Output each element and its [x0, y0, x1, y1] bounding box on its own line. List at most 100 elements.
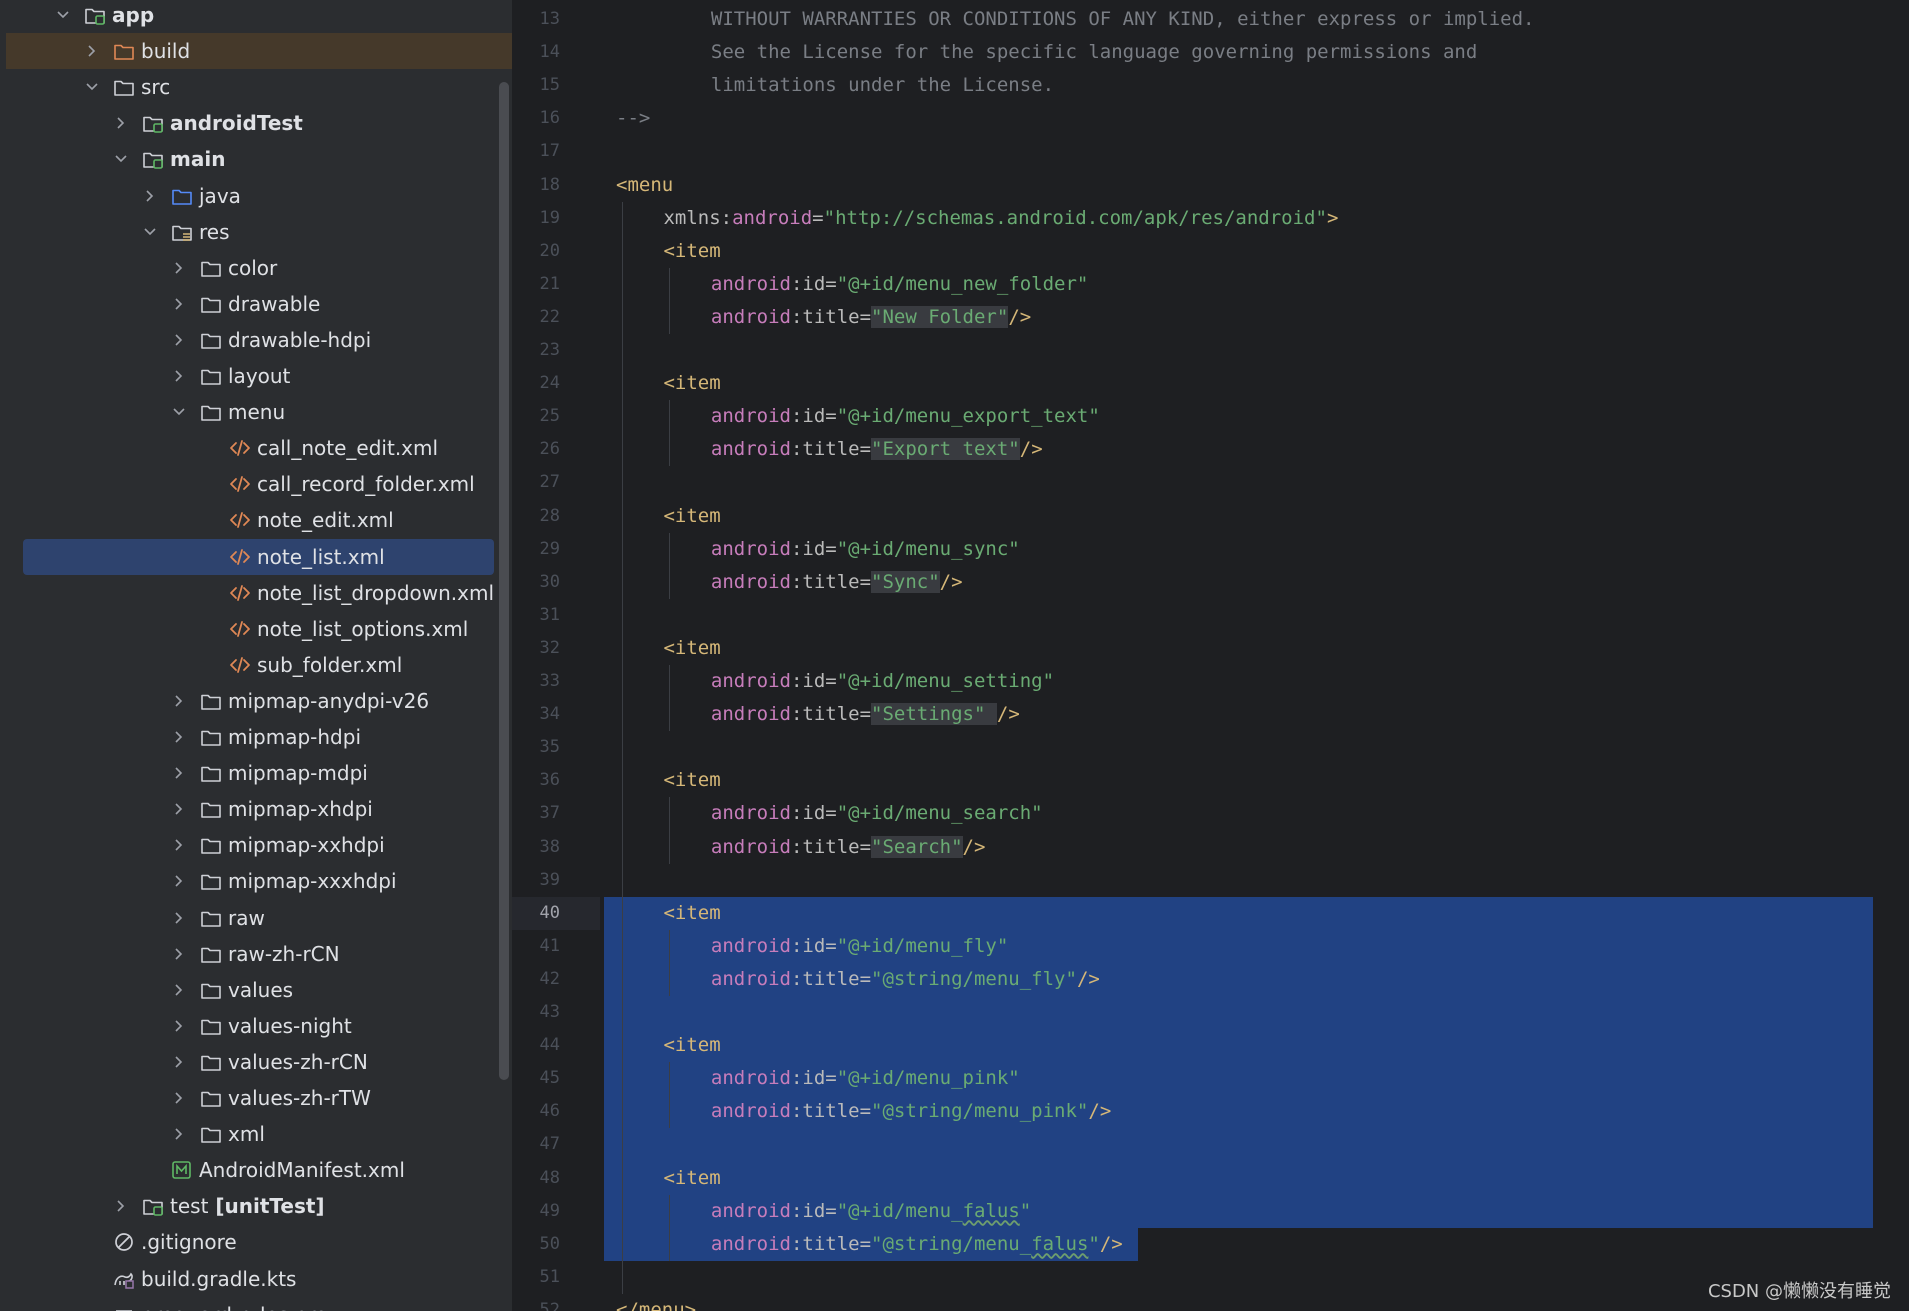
code-line[interactable]: android:id="@+id/menu_search"	[711, 797, 1043, 830]
tree-item-note-list-options-xml[interactable]: note_list_options.xml	[0, 611, 496, 647]
chevron-right-icon[interactable]	[171, 791, 187, 827]
tree-item-color[interactable]: color	[0, 250, 496, 286]
code-line[interactable]: android:id="@+id/menu_sync"	[711, 533, 1020, 566]
code-line[interactable]: android:title="Search"/>	[711, 831, 985, 864]
code-editor[interactable]: 13 14 15 16 17 18 19 20 21 22 23 24 25 26 27 28 29 30 31 32…	[512, 0, 1909, 1311]
chevron-right-icon[interactable]	[171, 358, 187, 394]
tree-item-mipmap-xxhdpi[interactable]: mipmap-xxhdpi	[0, 827, 496, 863]
tree-item-raw[interactable]: raw	[0, 900, 496, 936]
code-line[interactable]: android:id="@+id/menu_new_folder"	[711, 268, 1089, 301]
tree-item-java[interactable]: java	[0, 178, 496, 214]
code-line[interactable]: android:id="@+id/menu_setting"	[711, 665, 1054, 698]
tree-item-note-edit-xml[interactable]: note_edit.xml	[0, 502, 496, 538]
tree-item-gitignore[interactable]: .gitignore	[0, 1224, 496, 1260]
chevron-down-icon[interactable]	[171, 394, 187, 430]
chevron-right-icon[interactable]	[171, 683, 187, 719]
code-line[interactable]: android:id="@+id/menu_fly"	[711, 930, 1008, 963]
tree-item-call-record-folder-xml[interactable]: call_record_folder.xml	[0, 466, 496, 502]
project-tree-scrollbar[interactable]	[499, 82, 509, 1080]
chevron-down-icon[interactable]	[84, 69, 100, 105]
project-tree-panel[interactable]: app build src androidTest main java res color dr…	[0, 0, 512, 1311]
code-line[interactable]: </menu>	[616, 1294, 696, 1311]
code-line[interactable]: See the License for the specific languag…	[711, 36, 1477, 69]
code-line[interactable]: <menu	[616, 169, 673, 202]
chevron-right-icon[interactable]	[171, 1080, 187, 1116]
tree-item-xml[interactable]: xml	[0, 1116, 496, 1152]
code-line[interactable]: WITHOUT WARRANTIES OR CONDITIONS OF ANY …	[711, 3, 1535, 36]
code-line[interactable]: xmlns:android="http://schemas.android.co…	[663, 202, 1338, 235]
chevron-right-icon[interactable]	[171, 827, 187, 863]
chevron-down-icon[interactable]	[142, 214, 158, 250]
code-line[interactable]: android:id="@+id/menu_falus"	[711, 1195, 1031, 1228]
chevron-right-icon[interactable]	[171, 972, 187, 1008]
chevron-right-icon[interactable]	[84, 33, 100, 69]
code-line[interactable]: android:title="New Folder"/>	[711, 301, 1031, 334]
chevron-right-icon[interactable]	[142, 178, 158, 214]
tree-item-mipmap-hdpi[interactable]: mipmap-hdpi	[0, 719, 496, 755]
code-line[interactable]: android:title="Export text"/>	[711, 433, 1043, 466]
code-line[interactable]: <item	[663, 1162, 720, 1195]
tree-item-note-list-xml[interactable]: note_list.xml	[23, 538, 494, 575]
chevron-right-icon[interactable]	[113, 105, 129, 141]
tree-item-menu[interactable]: menu	[0, 394, 496, 430]
chevron-right-icon[interactable]	[171, 900, 187, 936]
tree-item-values-zh-rtw[interactable]: values-zh-rTW	[0, 1080, 496, 1116]
tree-item-values-night[interactable]: values-night	[0, 1008, 496, 1044]
chevron-right-icon[interactable]	[171, 1008, 187, 1044]
tree-item-mipmap-xxxhdpi[interactable]: mipmap-xxxhdpi	[0, 863, 496, 899]
tree-item-test[interactable]: test [unitTest]	[0, 1188, 496, 1224]
code-line[interactable]: android:title="Sync"/>	[711, 566, 963, 599]
chevron-right-icon[interactable]	[171, 250, 187, 286]
tree-item-mipmap-xhdpi[interactable]: mipmap-xhdpi	[0, 791, 496, 827]
code-line[interactable]: android:id="@+id/menu_export_text"	[711, 400, 1100, 433]
code-line[interactable]: android:title="@string/menu_falus"/>	[711, 1228, 1123, 1261]
tree-item-raw-zh-rcn[interactable]: raw-zh-rCN	[0, 936, 496, 972]
tree-item-mipmap-anydpi-v26[interactable]: mipmap-anydpi-v26	[0, 683, 496, 719]
tree-item-main[interactable]: main	[0, 141, 496, 177]
code-line[interactable]: <item	[663, 367, 720, 400]
code-line[interactable]: -->	[616, 102, 650, 135]
code-area[interactable]: WITHOUT WARRANTIES OR CONDITIONS OF ANY …	[600, 0, 1909, 1311]
line-number: 41	[539, 935, 560, 956]
chevron-down-icon[interactable]	[113, 141, 129, 177]
code-line[interactable]: android:title="Settings" />	[711, 698, 1020, 731]
chevron-right-icon[interactable]	[171, 1044, 187, 1080]
code-line[interactable]: <item	[663, 500, 720, 533]
tree-item-androidtest[interactable]: androidTest	[0, 105, 496, 141]
code-line[interactable]: <item	[663, 897, 720, 930]
code-line[interactable]: android:id="@+id/menu_pink"	[711, 1062, 1020, 1095]
tree-item-note-list-dropdown-xml[interactable]: note_list_dropdown.xml	[0, 575, 496, 611]
tree-item-app[interactable]: app	[0, 0, 496, 33]
chevron-right-icon[interactable]	[171, 863, 187, 899]
tree-item-sub-folder-xml[interactable]: sub_folder.xml	[0, 647, 496, 683]
tree-item-build-gradle-kts[interactable]: build.gradle.kts	[0, 1261, 496, 1297]
folder-icon	[201, 1127, 221, 1143]
tree-item-call-note-edit-xml[interactable]: call_note_edit.xml	[0, 430, 496, 466]
chevron-right-icon[interactable]	[171, 1116, 187, 1152]
tree-item-drawable-hdpi[interactable]: drawable-hdpi	[0, 322, 496, 358]
chevron-right-icon[interactable]	[171, 322, 187, 358]
tree-item-res[interactable]: res	[0, 214, 496, 250]
code-line[interactable]: <item	[663, 764, 720, 797]
code-line[interactable]: android:title="@string/menu_fly"/>	[711, 963, 1100, 996]
tree-item-layout[interactable]: layout	[0, 358, 496, 394]
tree-item-values-zh-rcn[interactable]: values-zh-rCN	[0, 1044, 496, 1080]
tree-item-src[interactable]: src	[0, 69, 496, 105]
tree-item-drawable[interactable]: drawable	[0, 286, 496, 322]
chevron-down-icon[interactable]	[55, 0, 71, 33]
code-line[interactable]: <item	[663, 632, 720, 665]
code-line[interactable]: <item	[663, 235, 720, 268]
chevron-right-icon[interactable]	[171, 755, 187, 791]
tree-item-androidmanifest-xml[interactable]: AndroidManifest.xml	[0, 1152, 496, 1188]
chevron-right-icon[interactable]	[171, 286, 187, 322]
tree-item-values[interactable]: values	[0, 972, 496, 1008]
chevron-right-icon[interactable]	[171, 719, 187, 755]
chevron-right-icon[interactable]	[113, 1188, 129, 1224]
tree-item-mipmap-mdpi[interactable]: mipmap-mdpi	[0, 755, 496, 791]
tree-item-proguard-rules-pro[interactable]: proguard-rules.pro	[0, 1297, 496, 1311]
code-line[interactable]: android:title="@string/menu_pink"/>	[711, 1095, 1111, 1128]
code-line[interactable]: limitations under the License.	[711, 69, 1054, 102]
chevron-right-icon[interactable]	[171, 936, 187, 972]
code-line[interactable]: <item	[663, 1029, 720, 1062]
tree-item-build[interactable]: build	[6, 33, 512, 70]
